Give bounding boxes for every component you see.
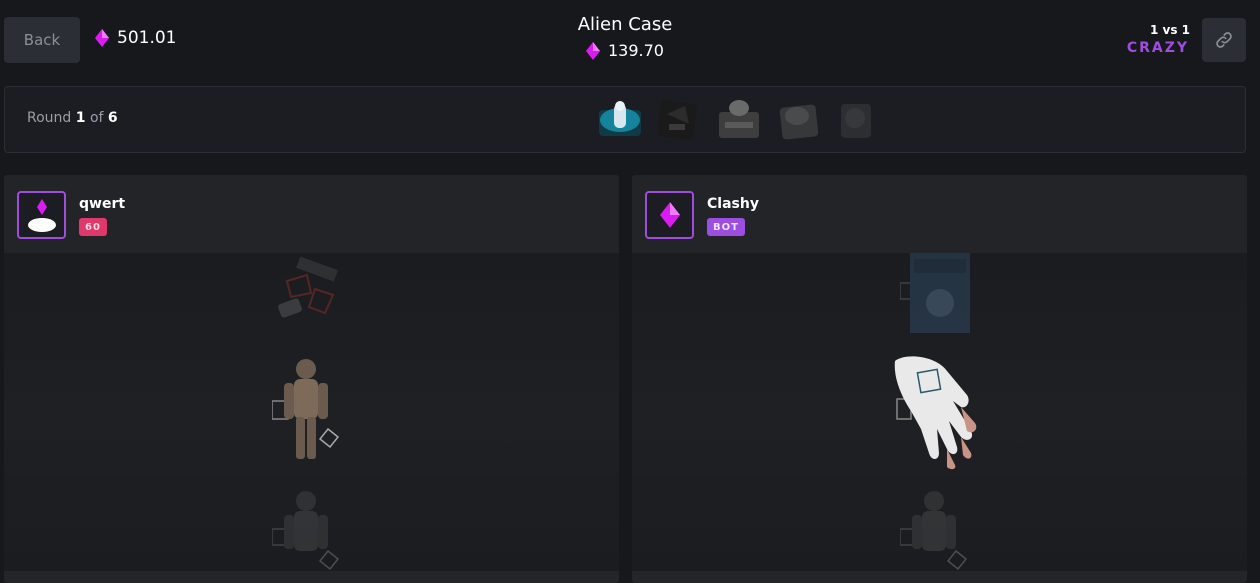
case-price: 139.70 xyxy=(0,41,1250,60)
mode-vs: 1 vs 1 xyxy=(1149,23,1190,37)
reel-footer xyxy=(4,571,619,583)
item-reel xyxy=(4,253,619,583)
link-icon xyxy=(1216,32,1232,48)
bot-badge: BOT xyxy=(707,218,745,236)
astronaut-suit-icon xyxy=(271,491,339,571)
item-reel xyxy=(632,253,1247,583)
case-icon xyxy=(657,100,697,140)
reel-footer xyxy=(632,571,1247,583)
reel-item-banner xyxy=(632,253,1247,337)
share-link-button[interactable] xyxy=(1202,18,1246,62)
level-banner-icon xyxy=(899,253,970,333)
round-case-list xyxy=(595,94,881,144)
reel-item-gun xyxy=(4,253,619,325)
case-thumbnail xyxy=(715,94,761,144)
astronaut-suit-icon xyxy=(899,491,967,571)
round-indicator: Round 1 of 6 xyxy=(27,110,118,126)
reel-item-glove xyxy=(632,349,1247,474)
case-thumbnail xyxy=(775,94,821,144)
reel-item-astronaut xyxy=(4,489,619,579)
astronaut-suit-icon xyxy=(271,359,339,459)
reel-item-astronaut xyxy=(632,489,1247,579)
gun-icon xyxy=(277,256,338,318)
case-price-value: 139.70 xyxy=(608,41,664,60)
round-label: Round xyxy=(27,110,72,126)
player-panel-2: Clashy BOT xyxy=(632,175,1247,583)
case-icon xyxy=(719,100,759,138)
gem-avatar-icon xyxy=(659,202,680,228)
avatar xyxy=(17,191,66,239)
round-total: 6 xyxy=(107,110,118,126)
player-name: qwert xyxy=(79,196,126,212)
mode-name: CRAZY xyxy=(1126,40,1189,56)
top-bar: Back 501.01 Alien Case 139.70 1 vs 1 CRA… xyxy=(0,0,1260,80)
reel-item-astronaut xyxy=(4,355,619,470)
case-icon xyxy=(599,101,641,136)
round-of: of xyxy=(89,110,104,126)
case-thumbnail xyxy=(835,94,881,144)
round-current: 1 xyxy=(75,110,86,126)
level-badge: 60 xyxy=(79,218,107,236)
player-panel-1: qwert 60 xyxy=(4,175,619,583)
case-icon xyxy=(841,104,871,138)
gem-avatar-icon xyxy=(27,199,56,232)
white-glove-icon xyxy=(894,356,976,470)
player-header: Clashy BOT xyxy=(632,175,1247,253)
gem-icon xyxy=(586,41,600,60)
case-icon xyxy=(779,104,819,140)
avatar xyxy=(645,191,694,239)
player-header: qwert 60 xyxy=(4,175,619,253)
case-thumbnail xyxy=(655,94,701,144)
case-title: Alien Case xyxy=(577,14,673,35)
round-bar: Round 1 of 6 xyxy=(4,86,1246,153)
case-thumbnail-active xyxy=(595,94,641,144)
player-name: Clashy xyxy=(707,196,759,212)
